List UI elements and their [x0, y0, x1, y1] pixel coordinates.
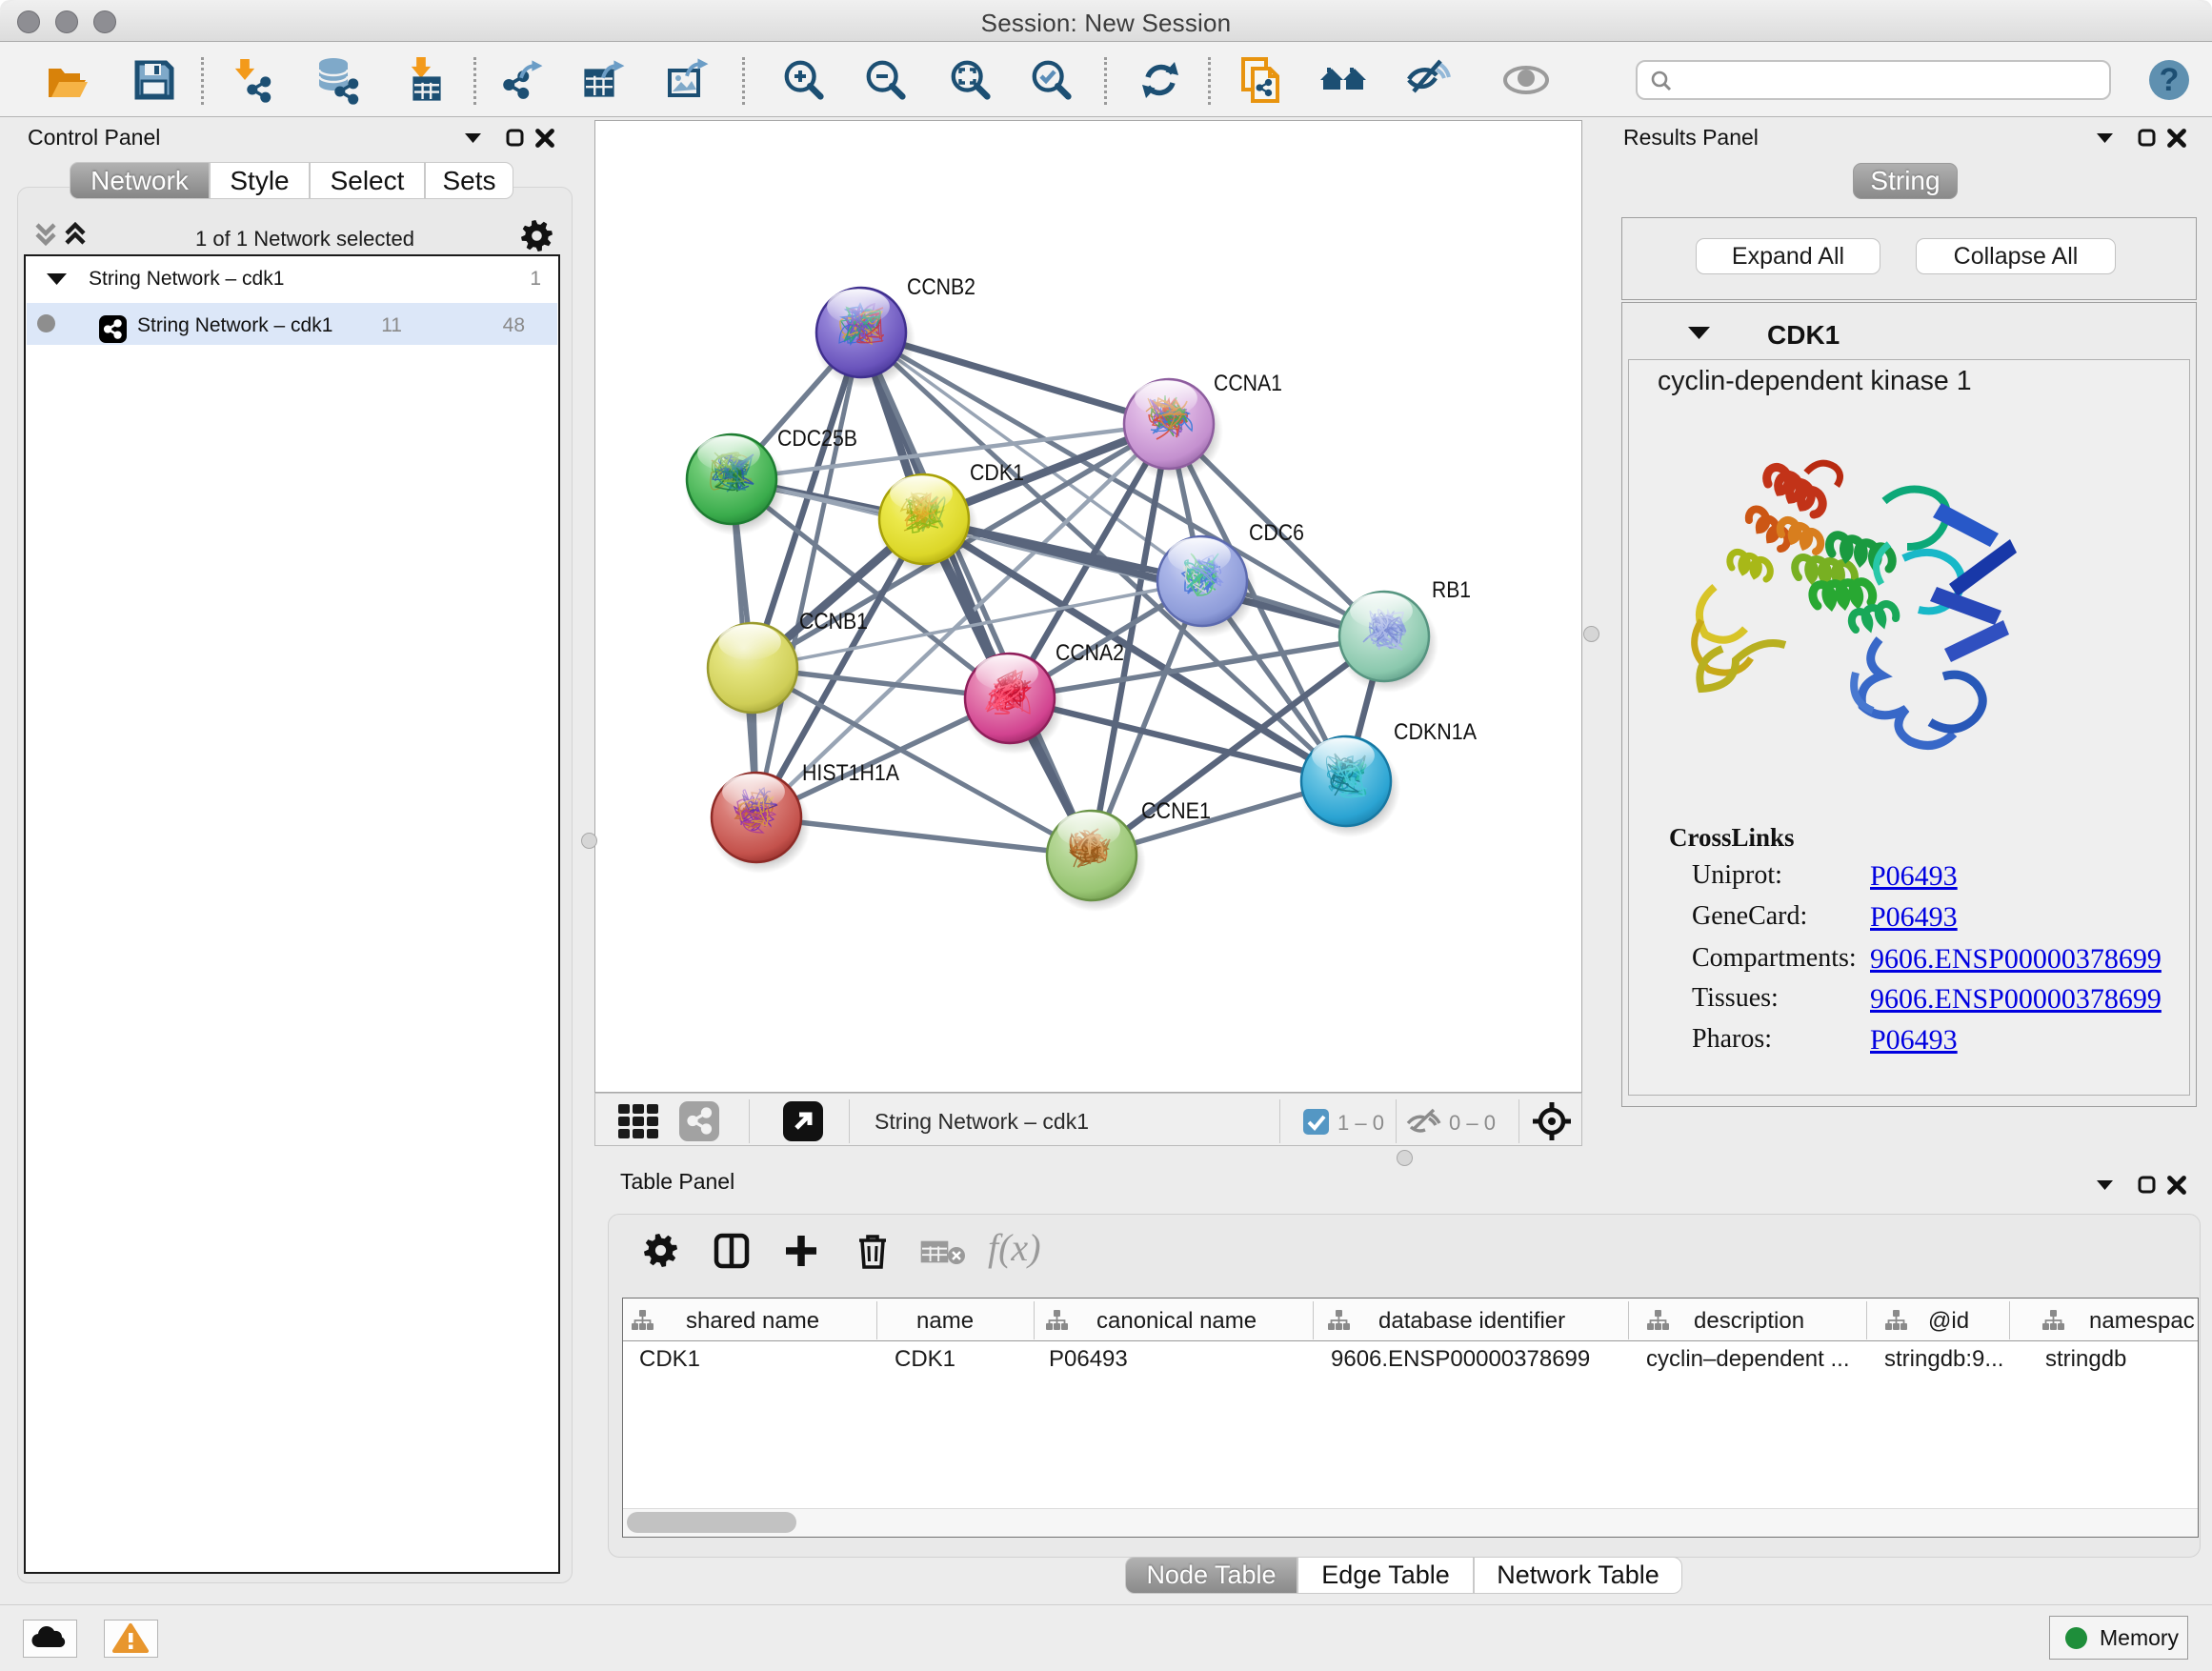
svg-text:CDK1: CDK1 [970, 460, 1024, 486]
svg-text:CCNE1: CCNE1 [1141, 798, 1211, 824]
svg-text:CCNA1: CCNA1 [1214, 371, 1282, 396]
svg-text:CCNB2: CCNB2 [907, 274, 975, 300]
svg-text:CDC6: CDC6 [1249, 520, 1304, 546]
svg-text:CCNA2: CCNA2 [1056, 640, 1124, 666]
svg-text:RB1: RB1 [1432, 577, 1471, 603]
svg-text:CCNB1: CCNB1 [799, 609, 868, 634]
svg-text:CDKN1A: CDKN1A [1394, 719, 1478, 745]
svg-text:HIST1H1A: HIST1H1A [802, 760, 900, 786]
svg-text:CDC25B: CDC25B [777, 426, 857, 452]
